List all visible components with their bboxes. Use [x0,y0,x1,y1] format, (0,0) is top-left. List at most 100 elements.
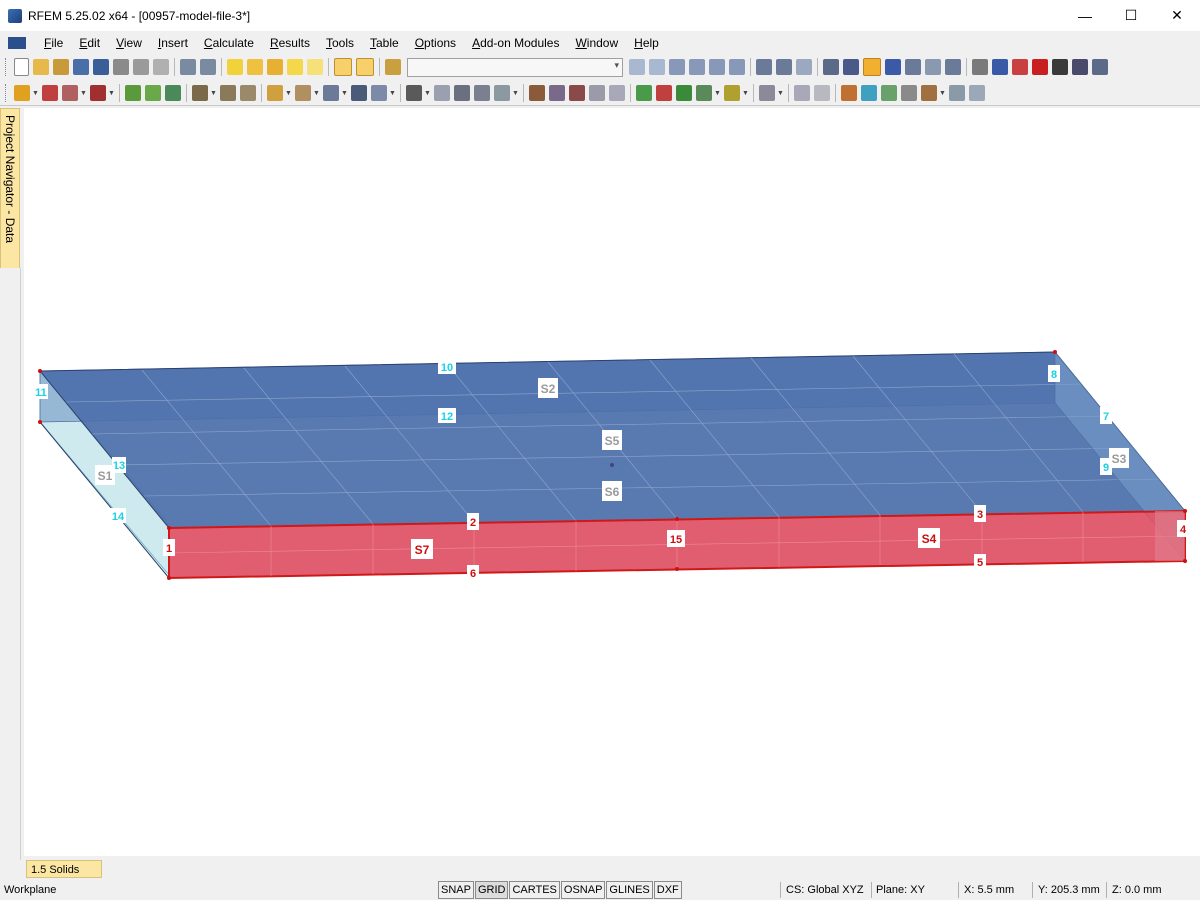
arc-icon[interactable] [62,85,78,101]
menu-tools[interactable]: Tools [318,36,362,50]
close-button[interactable]: ✕ [1154,0,1200,31]
save-icon[interactable] [93,59,109,75]
project-navigator-tab[interactable]: Project Navigator - Data [0,108,20,270]
cut-icon[interactable] [569,85,585,101]
surface-label-s7[interactable]: S7 [415,543,430,557]
block-manager-icon[interactable] [73,59,89,75]
dropdown-arrow-icon[interactable]: ▼ [80,90,87,97]
surface-load-icon[interactable] [474,85,490,101]
surface-label-s1[interactable]: S1 [98,469,113,483]
solids-table-tab[interactable]: 1.5 Solids [26,860,102,878]
node-label-15[interactable]: 15 [670,534,682,546]
line-support-icon[interactable] [165,85,181,101]
new-file-icon[interactable] [14,58,29,76]
polyline-icon[interactable] [90,85,106,101]
glines-toggle[interactable]: GLINES [606,881,653,899]
nodal-support-icon[interactable] [145,85,161,101]
node-label-14[interactable]: 14 [112,511,125,523]
menu-file[interactable]: File [36,36,71,50]
maximize-button[interactable]: ☐ [1108,0,1154,31]
dxf-layer-icon[interactable] [881,85,897,101]
dropdown-arrow-icon[interactable]: ▼ [210,90,217,97]
dropdown-arrow-icon[interactable]: ▼ [108,90,115,97]
node-icon[interactable] [14,85,30,101]
deformation-icon[interactable] [756,59,772,75]
results-icon[interactable] [287,59,303,75]
search-icon[interactable] [247,59,263,75]
opening-icon[interactable] [295,85,311,101]
member-set-icon[interactable] [220,85,236,101]
print-report-icon[interactable] [153,59,169,75]
line-icon[interactable] [42,85,58,101]
support-icon[interactable] [125,85,141,101]
rotate-icon[interactable] [992,59,1008,75]
next-icon[interactable] [649,59,665,75]
model-viewport[interactable]: 11 10 8 7 12 13 9 14 1 2 3 4 5 6 15 S2 S… [24,108,1200,856]
node-label-12[interactable]: 12 [441,411,453,423]
zoom-all-icon[interactable] [945,59,961,75]
surface-label-s4[interactable]: S4 [922,532,937,546]
surface-icon[interactable] [267,85,283,101]
snap-settings-icon[interactable] [921,85,937,101]
display-icon[interactable] [549,85,565,101]
redo-icon[interactable] [200,59,216,75]
menu-calculate[interactable]: Calculate [196,36,262,50]
section-icon[interactable] [796,59,812,75]
grid-settings-icon[interactable] [969,85,985,101]
result-diagram-icon[interactable] [776,59,792,75]
node-label-6[interactable]: 6 [470,568,476,580]
cube-icon[interactable] [589,85,605,101]
dimension-icon[interactable] [794,85,810,101]
dropdown-arrow-icon[interactable]: ▼ [777,90,784,97]
mirror-icon[interactable] [1012,59,1028,75]
menu-window[interactable]: Window [567,36,626,50]
values-xxx-icon[interactable] [729,59,745,75]
screenshot-icon[interactable] [1072,59,1088,75]
dropdown-arrow-icon[interactable]: ▼ [742,90,749,97]
print-icon[interactable] [133,59,149,75]
more-tools-icon[interactable] [1092,59,1108,75]
menu-help[interactable]: Help [626,36,667,50]
plane-readout[interactable]: Plane: XY [876,884,925,896]
load-icon[interactable] [406,85,422,101]
imperfection-icon[interactable] [529,85,545,101]
dropdown-arrow-icon[interactable]: ▼ [939,90,946,97]
workplane-icon[interactable] [949,85,965,101]
view-z-icon[interactable] [676,85,692,101]
minimize-button[interactable]: — [1062,0,1108,31]
coordinate-system-readout[interactable]: CS: Global XYZ [786,884,864,896]
menu-edit[interactable]: Edit [71,36,108,50]
surface-label-s3[interactable]: S3 [1112,452,1127,466]
dropdown-arrow-icon[interactable]: ▼ [32,90,39,97]
guide-line-icon[interactable] [841,85,857,101]
wireframe-icon[interactable] [843,59,859,75]
nodal-load-icon[interactable] [434,85,450,101]
open-folder-icon[interactable] [33,59,49,75]
node-label-3[interactable]: 3 [977,509,983,521]
dropdown-arrow-icon[interactable]: ▼ [512,90,519,97]
result-values-icon[interactable] [669,59,685,75]
surface-label-s6[interactable]: S6 [605,485,620,499]
grid-icon[interactable] [925,59,941,75]
frame-icon[interactable] [240,85,256,101]
dropdown-arrow-icon[interactable]: ▼ [285,90,292,97]
values-xx-icon[interactable] [709,59,725,75]
window-icon[interactable] [307,59,323,75]
menu-insert[interactable]: Insert [150,36,196,50]
node-label-8[interactable]: 8 [1051,369,1057,381]
zoom-window-icon[interactable] [905,59,921,75]
load-wizard-icon[interactable] [227,59,243,75]
dropdown-arrow-icon[interactable]: ▼ [313,90,320,97]
dropdown-arrow-icon[interactable]: ▼ [424,90,431,97]
surface-label-s2[interactable]: S2 [541,382,556,396]
solid-set-icon[interactable] [371,85,387,101]
surface-label-s5[interactable]: S5 [605,434,620,448]
calculate-icon[interactable] [267,59,283,75]
load-case-select[interactable] [407,57,623,77]
dropdown-arrow-icon[interactable]: ▼ [341,90,348,97]
view-y-icon[interactable] [656,85,672,101]
view-x-icon[interactable] [636,85,652,101]
values-x-icon[interactable] [689,59,705,75]
select-node-icon[interactable] [972,59,988,75]
snap-toggle[interactable]: SNAP [438,881,474,899]
